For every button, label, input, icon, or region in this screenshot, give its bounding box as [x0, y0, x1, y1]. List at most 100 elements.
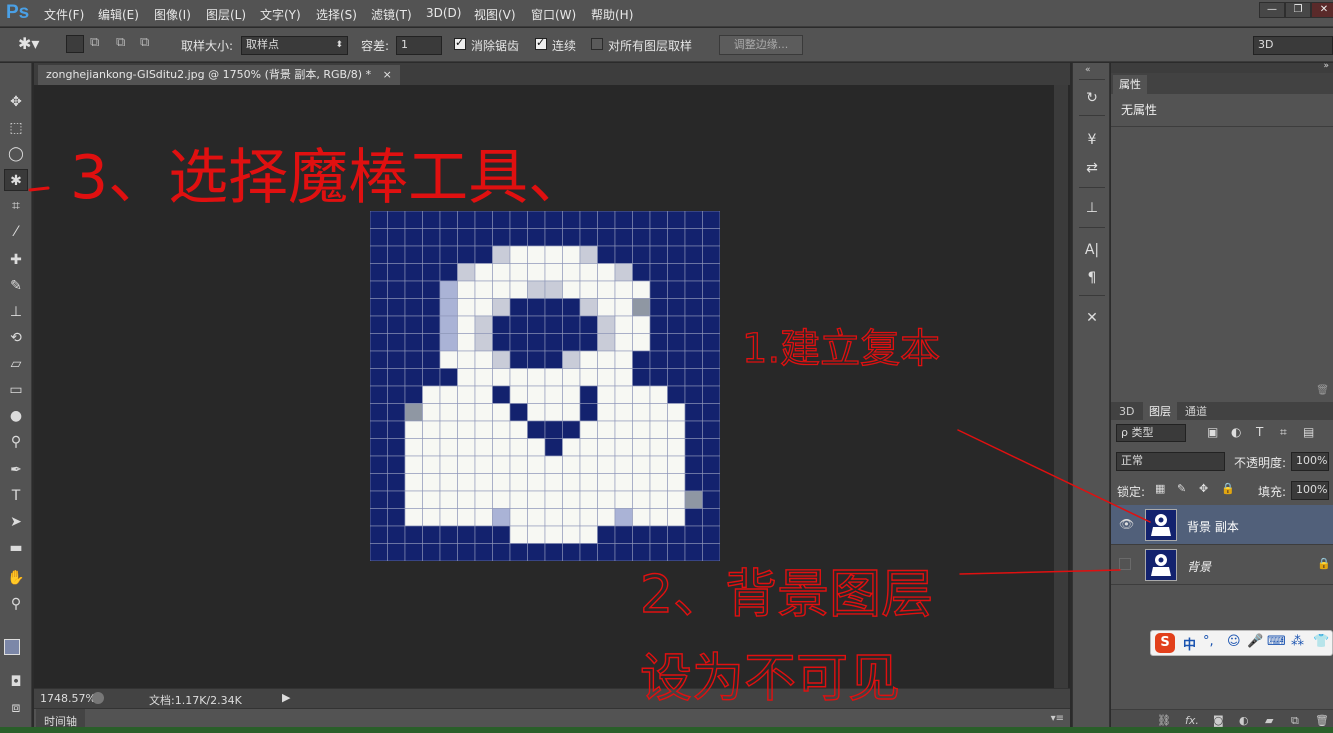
crop-tool-icon[interactable]: ⌗	[4, 195, 28, 217]
visibility-toggle-empty[interactable]	[1119, 558, 1131, 570]
menu-layer[interactable]: 图层(L)	[206, 6, 246, 23]
gradient-tool-icon[interactable]: ▭	[4, 379, 28, 401]
panel-expand-icon[interactable]: »	[1323, 61, 1329, 71]
blend-mode-select[interactable]: 正常	[1116, 452, 1225, 471]
type-tool-icon[interactable]: T	[4, 485, 28, 507]
paragraph-panel-icon[interactable]: ¶	[1081, 267, 1103, 289]
layer-filter-select[interactable]: ρ 类型	[1116, 424, 1186, 442]
filter-shape-icon[interactable]: ⌗	[1280, 425, 1287, 440]
add-selection-icon[interactable]: ⧉	[90, 35, 99, 50]
layer-name[interactable]: 背景	[1187, 558, 1211, 575]
restore-button[interactable]: ❐	[1285, 2, 1311, 18]
adjustments-icon[interactable]: ⇄	[1081, 157, 1103, 179]
lock-all-icon[interactable]: 🔒	[1221, 482, 1235, 495]
lock-position-icon[interactable]: ✥	[1199, 482, 1208, 495]
tab-properties[interactable]: 属性	[1113, 75, 1147, 94]
tools-options-icon[interactable]: ✕	[1081, 307, 1103, 329]
eyedropper-tool-icon[interactable]: ⁄	[4, 221, 28, 243]
microphone-icon[interactable]: 🎤	[1247, 634, 1263, 649]
workspace-select[interactable]: 3D	[1253, 36, 1333, 55]
sogou-logo[interactable]: S	[1155, 633, 1175, 653]
menu-file[interactable]: 文件(F)	[44, 6, 84, 23]
new-layer-icon[interactable]: ⧉	[1291, 714, 1299, 728]
history-icon[interactable]: ↻	[1081, 87, 1103, 109]
ime-lang-toggle[interactable]: 中	[1183, 634, 1196, 653]
quick-mask-icon[interactable]: ◘	[4, 671, 28, 693]
fx-icon[interactable]: fx.	[1185, 714, 1199, 727]
menu-view[interactable]: 视图(V)	[474, 6, 516, 23]
minimize-button[interactable]: —	[1259, 2, 1285, 18]
blur-tool-icon[interactable]: ●	[4, 405, 28, 427]
path-selection-tool-icon[interactable]: ➤	[4, 511, 28, 533]
timeline-menu-icon[interactable]: ▾≡	[1051, 713, 1064, 724]
foreground-color-swatch[interactable]	[4, 639, 20, 655]
intersect-selection-icon[interactable]: ⧉	[140, 35, 149, 50]
clone-stamp-tool-icon[interactable]: ⊥	[4, 301, 28, 323]
menu-window[interactable]: 窗口(W)	[531, 6, 576, 23]
collapse-icon[interactable]: «	[1085, 65, 1091, 75]
link-layers-icon[interactable]: ⛓	[1157, 714, 1171, 727]
keyboard-icon[interactable]: ⌨	[1267, 634, 1286, 649]
lock-image-icon[interactable]: ✎	[1177, 482, 1186, 495]
magic-wand-tool-icon[interactable]: ✱	[4, 169, 28, 191]
menu-select[interactable]: 选择(S)	[316, 6, 357, 23]
menu-3d[interactable]: 3D(D)	[426, 6, 461, 20]
status-share-icon[interactable]	[92, 692, 104, 704]
new-selection-icon[interactable]	[66, 35, 84, 53]
layer-row-background[interactable]: 背景 🔒	[1111, 545, 1333, 585]
sample-all-layers-checkbox[interactable]	[591, 38, 603, 50]
filter-smart-object-icon[interactable]: ▤	[1303, 425, 1314, 439]
history-brush-tool-icon[interactable]: ⟲	[4, 327, 28, 349]
delete-layer-icon[interactable]: 🗑	[1315, 714, 1329, 727]
menu-filter[interactable]: 滤镜(T)	[371, 6, 412, 23]
layer-row-background-copy[interactable]: 👁 背景 副本	[1111, 505, 1333, 545]
filter-pixel-icon[interactable]: ▣	[1207, 425, 1218, 439]
zoom-tool-icon[interactable]: ⚲	[4, 593, 28, 615]
clone-source-icon[interactable]: ⊥	[1081, 197, 1103, 219]
ime-punct-toggle[interactable]: °,	[1203, 634, 1214, 649]
lasso-tool-icon[interactable]: ◯	[4, 143, 28, 165]
magic-wand-preset-icon[interactable]: ✱▾	[18, 34, 39, 53]
move-tool-icon[interactable]: ✥	[4, 91, 28, 113]
antialias-checkbox[interactable]	[454, 36, 466, 50]
visibility-eye-icon[interactable]: 👁	[1119, 517, 1134, 531]
contiguous-checkbox[interactable]	[535, 36, 547, 50]
subtract-selection-icon[interactable]: ⧉	[116, 35, 125, 50]
menu-image[interactable]: 图像(I)	[154, 6, 191, 23]
filter-adjustment-icon[interactable]: ◐	[1231, 425, 1241, 439]
tab-3d[interactable]: 3D	[1113, 402, 1140, 421]
status-menu-arrow-icon[interactable]: ▶	[282, 691, 290, 704]
sample-size-select[interactable]: 取样点 ⬍	[241, 36, 348, 55]
document-image[interactable]	[370, 211, 720, 561]
new-group-icon[interactable]: ▰	[1265, 714, 1273, 727]
skin-icon[interactable]: ⁂	[1291, 634, 1304, 649]
zoom-level[interactable]: 1748.57%	[40, 692, 96, 705]
document-tab-close-icon[interactable]: ×	[383, 68, 392, 81]
tab-channels[interactable]: 通道	[1179, 402, 1213, 421]
properties-trash-icon[interactable]: 🗑	[1316, 385, 1329, 396]
shape-tool-icon[interactable]: ▬	[4, 537, 28, 559]
lock-transparent-icon[interactable]: ▦	[1155, 482, 1165, 495]
menu-help[interactable]: 帮助(H)	[591, 6, 633, 23]
pen-tool-icon[interactable]: ✒	[4, 459, 28, 481]
add-mask-icon[interactable]: ◙	[1213, 714, 1224, 727]
emoji-icon[interactable]: ☺	[1227, 634, 1241, 649]
close-button[interactable]: ✕	[1311, 2, 1333, 18]
marquee-tool-icon[interactable]: ⬚	[4, 117, 28, 139]
tab-layers[interactable]: 图层	[1143, 402, 1177, 421]
adjustment-layer-icon[interactable]: ◐	[1239, 714, 1249, 727]
eraser-tool-icon[interactable]: ▱	[4, 353, 28, 375]
tolerance-input[interactable]: 1	[396, 36, 442, 55]
hand-tool-icon[interactable]: ✋	[4, 567, 28, 589]
character-panel-icon[interactable]: A|	[1081, 239, 1103, 261]
vertical-scrollbar[interactable]	[1054, 85, 1068, 688]
menu-edit[interactable]: 编辑(E)	[98, 6, 139, 23]
fill-input[interactable]: 100%	[1291, 481, 1329, 500]
opacity-input[interactable]: 100%	[1291, 452, 1329, 471]
brush-presets-icon[interactable]: ¥	[1081, 129, 1103, 151]
document-tab[interactable]: zonghejiankong-GISditu2.jpg @ 1750% (背景 …	[38, 65, 400, 85]
menu-type[interactable]: 文字(Y)	[260, 6, 301, 23]
healing-brush-tool-icon[interactable]: ✚	[4, 249, 28, 271]
brush-tool-icon[interactable]: ✎	[4, 275, 28, 297]
tshirt-icon[interactable]: 👕	[1313, 634, 1329, 649]
